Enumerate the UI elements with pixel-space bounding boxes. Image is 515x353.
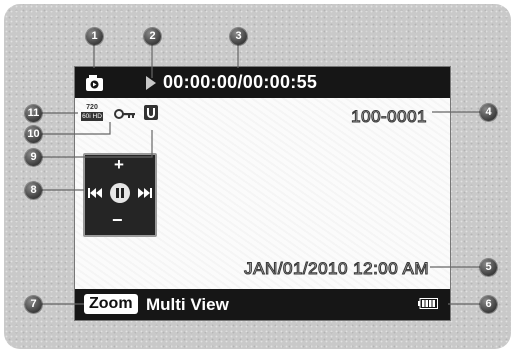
play-icon bbox=[146, 76, 156, 90]
video-quality-icon: 720 60i HD bbox=[81, 104, 103, 122]
fast-forward-icon[interactable] bbox=[138, 187, 152, 199]
lcd-screen: 00:00:00/00:00:55 720 60i HD 100-0001 + … bbox=[74, 66, 451, 321]
battery-icon bbox=[418, 298, 438, 309]
play-pause-icon[interactable] bbox=[110, 183, 130, 203]
callout-badge: 1 bbox=[86, 28, 103, 45]
callout-badge: 8 bbox=[25, 182, 42, 199]
callout-badge: 7 bbox=[25, 296, 42, 313]
zoom-button[interactable]: Zoom bbox=[84, 294, 138, 314]
storage-media-icon bbox=[144, 105, 158, 120]
file-number: 100-0001 bbox=[351, 106, 427, 126]
callout-badge: 6 bbox=[480, 296, 497, 313]
multi-view-button[interactable]: Multi View bbox=[146, 294, 229, 315]
callout-badge: 10 bbox=[25, 126, 42, 143]
volume-down-button[interactable]: − bbox=[112, 211, 123, 229]
top-status-bar: 00:00:00/00:00:55 bbox=[75, 67, 450, 98]
timecode: 00:00:00/00:00:55 bbox=[163, 72, 318, 92]
callout-badge: 5 bbox=[480, 259, 497, 276]
protect-key-icon bbox=[114, 109, 135, 119]
date-time: JAN/01/2010 12:00 AM bbox=[244, 258, 429, 278]
callout-badge: 9 bbox=[25, 149, 42, 166]
quality-resolution: 720 bbox=[86, 104, 98, 111]
bottom-menu-bar: Zoom Multi View bbox=[75, 289, 450, 320]
playback-mode-icon[interactable] bbox=[85, 73, 107, 93]
playback-control-panel: + − bbox=[83, 153, 157, 237]
callout-badge: 2 bbox=[144, 28, 161, 45]
callout-badge: 3 bbox=[230, 28, 247, 45]
volume-up-button[interactable]: + bbox=[114, 156, 124, 173]
callout-badge: 11 bbox=[25, 105, 42, 122]
quality-mode: 60i HD bbox=[81, 112, 103, 121]
rewind-icon[interactable] bbox=[88, 187, 102, 199]
callout-badge: 4 bbox=[480, 104, 497, 121]
